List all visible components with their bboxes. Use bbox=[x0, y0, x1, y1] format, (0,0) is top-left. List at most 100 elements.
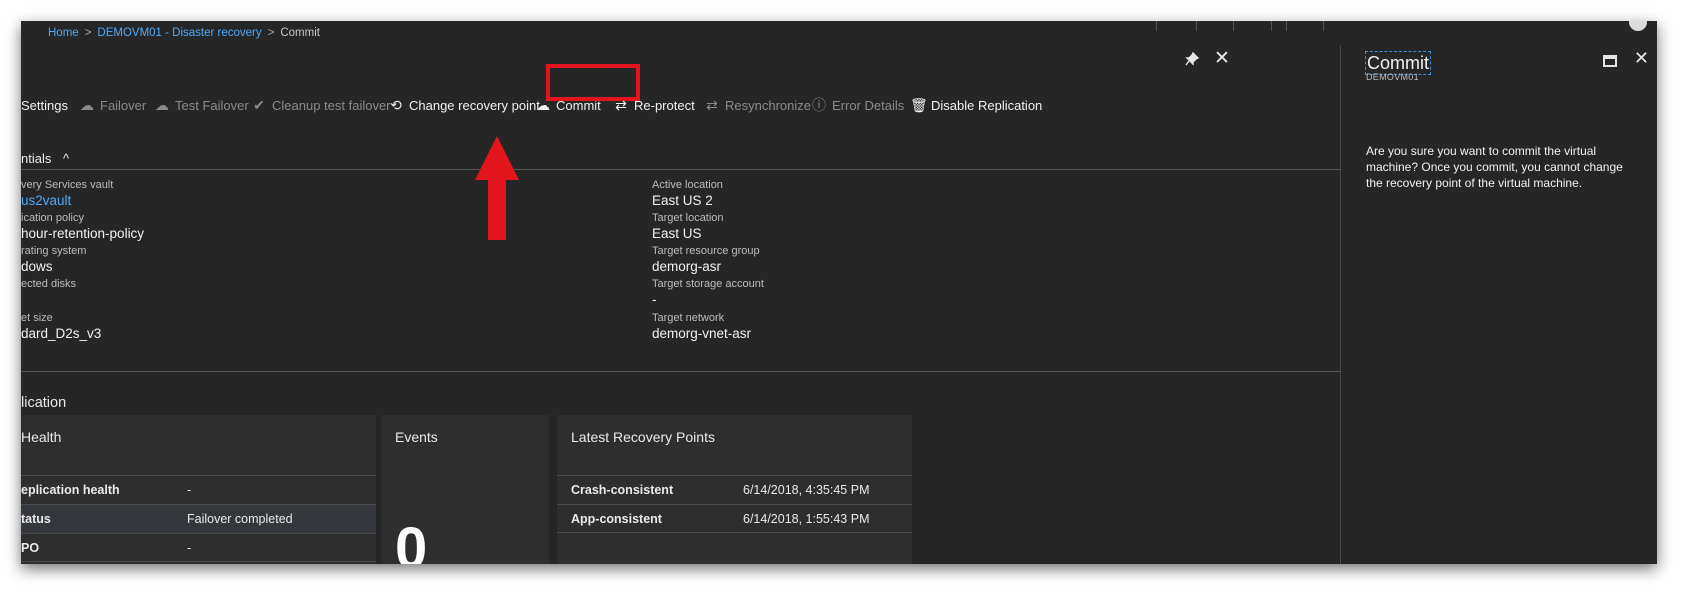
checkmark-icon: ✔ bbox=[253, 96, 265, 113]
close-icon[interactable]: ✕ bbox=[1634, 48, 1649, 69]
target-sa-label: Target storage account bbox=[652, 278, 764, 290]
row-key: App-consistent bbox=[571, 511, 662, 526]
test-failover-button[interactable]: ☁ Test Failover bbox=[154, 91, 249, 119]
active-location-label: Active location bbox=[652, 179, 723, 191]
failover-label: Failover bbox=[100, 97, 147, 113]
essentials-label: ntials bbox=[21, 151, 52, 166]
resynchronize-button[interactable]: ⇄ Resynchronize bbox=[704, 91, 811, 119]
maximize-icon[interactable] bbox=[1603, 55, 1617, 67]
top-divider bbox=[1323, 21, 1324, 31]
row-value: Failover completed bbox=[187, 512, 293, 526]
divider bbox=[21, 169, 1341, 170]
top-divider bbox=[1233, 21, 1234, 31]
cloud-icon: ☁ bbox=[80, 96, 94, 113]
annotation-arrow-icon bbox=[475, 136, 519, 240]
pin-icon[interactable] bbox=[1185, 51, 1200, 71]
close-icon[interactable]: ✕ bbox=[1214, 47, 1230, 70]
divider bbox=[21, 371, 1341, 372]
policy-value: hour-retention-policy bbox=[21, 226, 145, 241]
breadcrumb-vm[interactable]: DEMOVM01 - Disaster recovery bbox=[97, 27, 261, 39]
target-rg-label: Target resource group bbox=[652, 245, 760, 257]
top-divider bbox=[1271, 21, 1272, 31]
cleanup-label: Cleanup test failover bbox=[272, 97, 391, 113]
disable-replication-label: Disable Replication bbox=[931, 97, 1043, 113]
trash-icon: 🗑 bbox=[910, 96, 928, 113]
avatar[interactable] bbox=[1629, 21, 1647, 31]
table-row[interactable]: eplication health - bbox=[21, 475, 376, 504]
test-failover-label: Test Failover bbox=[175, 97, 249, 113]
settings-button[interactable]: Settings bbox=[21, 91, 68, 119]
health-card: Health eplication health - tatus Failove… bbox=[21, 415, 376, 564]
top-divider bbox=[1156, 21, 1157, 31]
breadcrumb-current: Commit bbox=[280, 27, 320, 39]
table-row[interactable]: Crash-consistent 6/14/2018, 4:35:45 PM bbox=[557, 475, 912, 504]
target-network-label: Target network bbox=[652, 312, 725, 324]
commit-blade: Commit DEMOVM01 ✕ Are you sure you want … bbox=[1342, 45, 1657, 564]
target-location-value: East US bbox=[652, 226, 702, 241]
target-location-field: Target location East US bbox=[652, 211, 724, 243]
top-divider bbox=[1196, 21, 1197, 31]
recovery-points-card: Latest Recovery Points Crash-consistent … bbox=[557, 415, 912, 564]
events-title: Events bbox=[395, 429, 438, 445]
events-card[interactable]: Events 0 bbox=[381, 415, 549, 564]
row-value: 6/14/2018, 4:35:45 PM bbox=[743, 483, 870, 497]
size-label: et size bbox=[21, 312, 53, 324]
row-key: tatus bbox=[21, 512, 51, 526]
row-value: - bbox=[187, 483, 192, 497]
disks-label: ected disks bbox=[21, 278, 77, 290]
breadcrumb: Home > DEMOVM01 - Disaster recovery > Commit bbox=[48, 27, 320, 39]
replication-header: lication bbox=[21, 395, 67, 411]
chevron-up-icon: ^ bbox=[62, 151, 70, 166]
table-row[interactable]: tatus Failover completed bbox=[21, 504, 376, 533]
history-icon: ⟲ bbox=[390, 96, 402, 113]
disks-field: ected disks bbox=[21, 277, 76, 291]
table-row[interactable]: App-consistent 6/14/2018, 1:55:43 PM bbox=[557, 504, 912, 533]
vault-link[interactable]: us2vault bbox=[21, 192, 113, 210]
health-title: Health bbox=[21, 429, 62, 445]
top-divider bbox=[1286, 21, 1287, 31]
resync-label: Resynchronize bbox=[725, 97, 811, 113]
os-field: rating system dows bbox=[21, 244, 86, 276]
os-label: rating system bbox=[21, 245, 87, 257]
recovery-points-title: Latest Recovery Points bbox=[571, 429, 715, 445]
size-field: et size dard_D2s_v3 bbox=[21, 311, 101, 343]
breadcrumb-home[interactable]: Home bbox=[48, 27, 79, 39]
row-value: 6/14/2018, 1:55:43 PM bbox=[743, 511, 870, 526]
target-resource-group-field: Target resource group demorg-asr bbox=[652, 244, 760, 276]
reprotect-label: Re-protect bbox=[634, 97, 695, 113]
cloud-icon: ☁ bbox=[155, 96, 169, 113]
target-network-value: demorg-vnet-asr bbox=[652, 326, 752, 341]
command-bar: Settings ☁ Failover ☁ Test Failover ✔ Cl… bbox=[21, 91, 1341, 119]
sync-icon: ⇄ bbox=[706, 96, 718, 113]
breadcrumb-separator: > bbox=[267, 27, 275, 39]
top-strip: Home > DEMOVM01 - Disaster recovery > Commit bbox=[21, 21, 1657, 45]
commit-highlight-box bbox=[546, 64, 640, 101]
row-key: eplication health bbox=[21, 483, 120, 497]
settings-label: Settings bbox=[21, 97, 68, 113]
disable-replication-button[interactable]: 🗑 Disable Replication bbox=[910, 91, 1042, 119]
target-rg-value: demorg-asr bbox=[652, 259, 722, 274]
breadcrumb-separator: > bbox=[84, 27, 92, 39]
target-location-label: Target location bbox=[652, 212, 724, 224]
active-location-value: East US 2 bbox=[652, 193, 713, 208]
table-row[interactable]: PO - bbox=[21, 533, 376, 562]
active-location-field: Active location East US 2 bbox=[652, 178, 723, 210]
change-recovery-label: Change recovery point bbox=[409, 97, 540, 113]
error-details-label: Error Details bbox=[832, 97, 905, 113]
policy-label: ication policy bbox=[21, 212, 84, 224]
error-details-button[interactable]: ⓘ Error Details bbox=[811, 91, 904, 119]
change-recovery-point-button[interactable]: ⟲ Change recovery point bbox=[388, 91, 540, 119]
row-key: Crash-consistent bbox=[571, 483, 674, 497]
info-icon: ⓘ bbox=[812, 97, 826, 113]
vault-field: very Services vault us2vault bbox=[21, 178, 113, 210]
policy-field: ication policy hour-retention-policy bbox=[21, 211, 144, 243]
target-network-field: Target network demorg-vnet-asr bbox=[652, 311, 751, 343]
essentials-header[interactable]: ntials ^ bbox=[21, 151, 69, 166]
failover-button[interactable]: ☁ Failover bbox=[79, 91, 146, 119]
os-value: dows bbox=[21, 259, 53, 274]
commit-subtitle: DEMOVM01 bbox=[1366, 72, 1419, 82]
screenshot-frame: Home > DEMOVM01 - Disaster recovery > Commit… bbox=[21, 21, 1657, 564]
events-count: 0 bbox=[395, 516, 428, 564]
cleanup-test-failover-button[interactable]: ✔ Cleanup test failover bbox=[251, 91, 391, 119]
target-storage-account-field: Target storage account - bbox=[652, 277, 764, 309]
